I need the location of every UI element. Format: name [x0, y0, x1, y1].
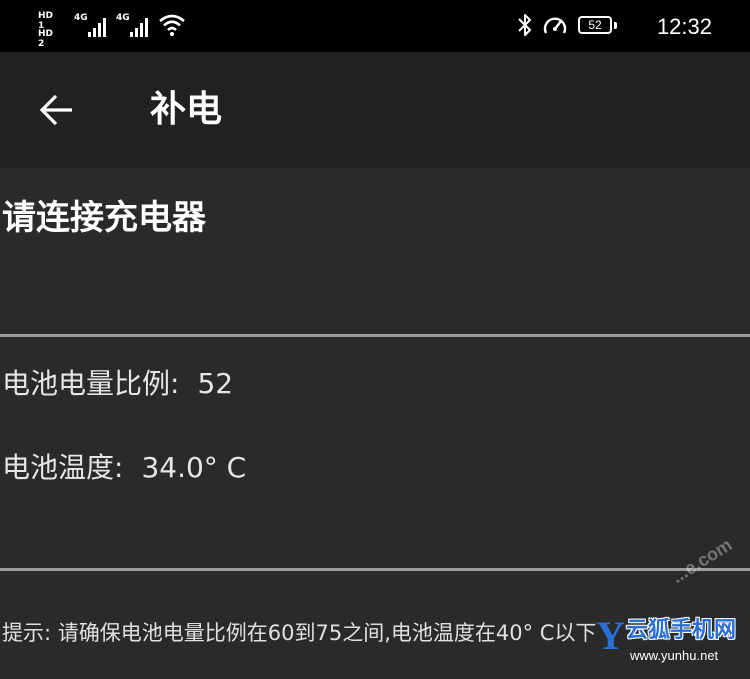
- clock: 12:32: [656, 14, 712, 39]
- speedometer-icon: [543, 17, 567, 34]
- hint-text: 提示: 请确保电池电量比例在60到75之间,电池温度在40° C以下: [2, 621, 597, 645]
- sim1-label: HD 1: [38, 11, 54, 31]
- watermark-name: 云狐手机网: [626, 618, 737, 643]
- signal-icon: [88, 17, 110, 37]
- battery-ratio-row: 电池电量比例: 52: [2, 366, 233, 402]
- watermark-letter: Y: [596, 613, 625, 658]
- battery-temp-label: 电池温度:: [2, 451, 124, 484]
- divider: [0, 568, 750, 571]
- signal-icon: [130, 17, 152, 37]
- status-bar: HD 1 HD 2 4G 4G 52 12:32: [0, 0, 750, 52]
- arrow-left-icon: [39, 94, 72, 126]
- bluetooth-icon: [518, 14, 531, 36]
- app-bar: 补电: [0, 52, 750, 168]
- sim2-label: HD 2: [38, 29, 54, 49]
- battery-temp-value: 34.0° C: [141, 451, 247, 484]
- battery-temp-row: 电池温度: 34.0° C: [2, 450, 246, 486]
- battery-tip: [614, 22, 617, 29]
- charger-prompt: 请连接充电器: [2, 198, 206, 238]
- back-button[interactable]: [36, 88, 80, 132]
- battery-indicator: 52: [578, 16, 612, 34]
- battery-ratio-label: 电池电量比例:: [2, 367, 180, 400]
- watermark-url: www.yunhu.net: [630, 648, 719, 663]
- sim2-network: 4G: [116, 13, 130, 23]
- watermark-logo: Y 云狐手机网 www.yunhu.net: [596, 612, 750, 679]
- watermark-faint: ...e.com: [668, 534, 736, 587]
- page-title: 补电: [150, 89, 223, 130]
- divider: [0, 334, 750, 337]
- wifi-icon: [159, 14, 185, 36]
- battery-ratio-value: 52: [197, 367, 234, 400]
- sim1-network: 4G: [74, 13, 88, 23]
